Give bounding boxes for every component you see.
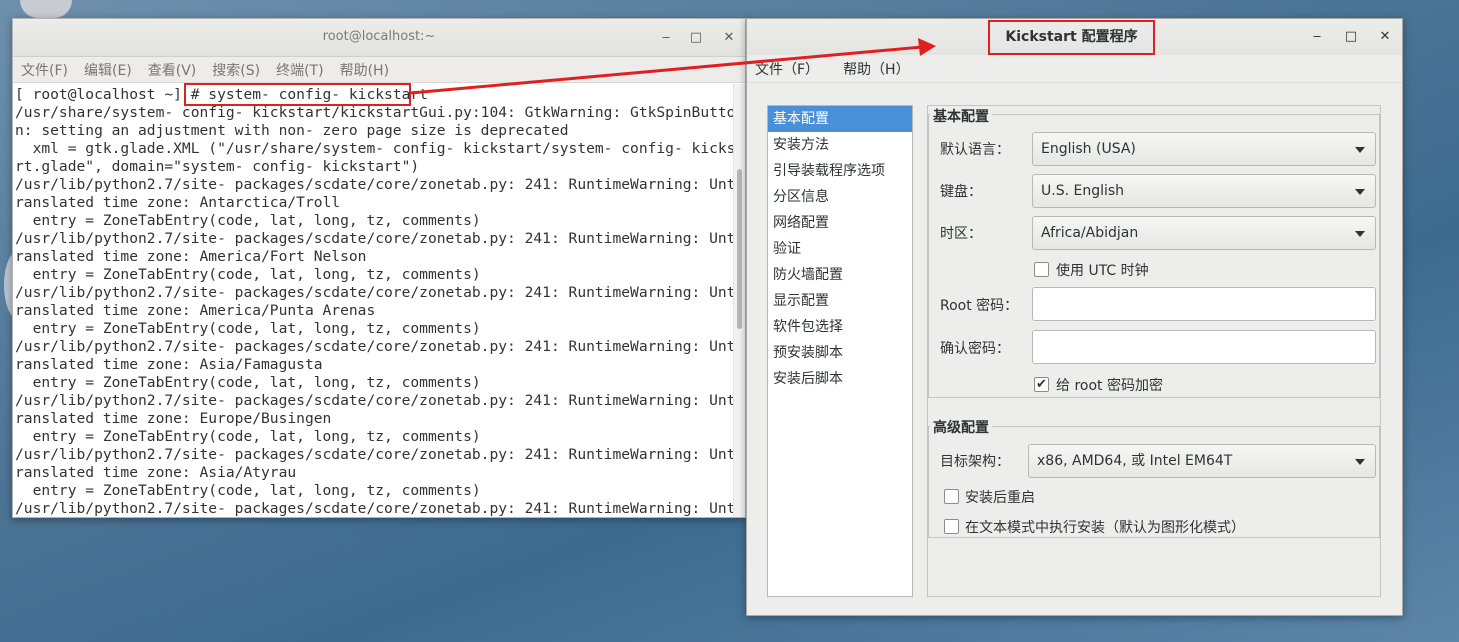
arch-label: 目标架构： [940,454,1010,470]
minimize-icon[interactable]: ‒ [1307,27,1327,47]
timezone-value: Africa/Abidjan [1041,225,1139,241]
confirm-password-input[interactable] [1032,330,1376,364]
category-item[interactable]: 安装后脚本 [768,366,912,392]
terminal-log-line: /usr/lib/python2.7/site- packages/scdate… [15,338,735,355]
terminal-log-line: entry = ZoneTabEntry(code, lat, long, tz… [15,482,481,499]
terminal-log-line: ranslated time zone: Asia/Atyrau [15,464,297,481]
terminal-scrollbar[interactable] [733,84,745,517]
advanced-config-title: 高级配置 [930,417,992,437]
language-select[interactable]: English (USA) [1032,132,1376,166]
menu-view[interactable]: 查看(V) [148,60,197,80]
timezone-label: 时区： [940,226,982,242]
menu-help[interactable]: 帮助(H) [340,60,389,80]
root-password-input[interactable] [1032,287,1376,321]
terminal-log-line: ranslated time zone: Asia/Famagusta [15,356,323,373]
menu-file[interactable]: 文件(F) [21,60,68,80]
terminal-prompt: [ root@localhost ~] # [15,86,209,103]
terminal-log-line: ranslated time zone: America/Punta Arena… [15,302,376,319]
terminal-log-line: ranslated time zone: Antarctica/Troll [15,194,341,211]
category-item[interactable]: 分区信息 [768,184,912,210]
text-mode-label: 在文本模式中执行安装（默认为图形化模式） [965,520,1245,536]
terminal-log-line: xml = gtk.glade.XML ("/usr/share/system-… [15,140,735,157]
timezone-select[interactable]: Africa/Abidjan [1032,216,1376,250]
terminal-log-line: entry = ZoneTabEntry(code, lat, long, tz… [15,374,481,391]
arch-value: x86, AMD64, 或 Intel EM64T [1037,453,1233,469]
terminal-log-line: ranslated time zone: Europe/Busingen [15,410,332,427]
kickstart-titlebar[interactable]: Kickstart 配置程序 ‒ □ ✕ [747,19,1402,55]
category-item[interactable]: 预安装脚本 [768,340,912,366]
utc-checkbox[interactable] [1034,262,1049,277]
utc-label: 使用 UTC 时钟 [1056,263,1149,279]
category-item[interactable]: 基本配置 [768,106,912,132]
terminal-titlebar[interactable]: root@localhost:~ ‒ □ ✕ [13,19,745,57]
menu-search[interactable]: 搜索(S) [212,60,260,80]
terminal-menubar: 文件(F) 编辑(E) 查看(V) 搜索(S) 终端(T) 帮助(H) [13,57,745,83]
dropdown-arrow-icon [1355,147,1365,153]
menu-help[interactable]: 帮助（H） [843,59,910,79]
terminal-log-line: ranslated time zone: America/Fort Nelson [15,248,367,265]
language-label: 默认语言： [940,142,1010,158]
terminal-log-line: /usr/lib/python2.7/site- packages/scdate… [15,230,735,247]
terminal-log: /usr/share/system- config- kickstart/kic… [15,104,735,517]
text-mode-checkbox[interactable] [944,519,959,534]
terminal-output[interactable]: [ root@localhost ~] # system- config- ki… [13,84,735,517]
menu-edit[interactable]: 编辑(E) [84,60,132,80]
basic-config-title: 基本配置 [930,106,992,126]
keyboard-label: 键盘： [940,184,982,200]
menu-terminal[interactable]: 终端(T) [276,60,323,80]
kickstart-window: Kickstart 配置程序 ‒ □ ✕ 文件（F） 帮助（H） 基本配置 安装方… [746,18,1403,616]
minimize-icon[interactable]: ‒ [656,28,676,48]
menu-file[interactable]: 文件（F） [755,59,819,79]
terminal-log-line: n: setting an adjustment with non- zero … [15,122,569,139]
keyboard-value: U.S. English [1041,183,1125,199]
desktop-decoration [20,0,72,18]
arch-select[interactable]: x86, AMD64, 或 Intel EM64T [1028,444,1376,478]
category-item[interactable]: 显示配置 [768,288,912,314]
maximize-icon[interactable]: □ [686,28,706,48]
dropdown-arrow-icon [1355,189,1365,195]
close-icon[interactable]: ✕ [719,28,739,48]
dropdown-arrow-icon [1355,459,1365,465]
category-item[interactable]: 网络配置 [768,210,912,236]
terminal-log-line: /usr/lib/python2.7/site- packages/scdate… [15,392,735,409]
root-password-label: Root 密码： [940,298,1019,314]
category-item[interactable]: 安装方法 [768,132,912,158]
scrollbar-thumb[interactable] [737,169,742,329]
terminal-log-line: /usr/lib/python2.7/site- packages/scdate… [15,176,735,193]
encrypt-checkbox[interactable]: ✔ [1034,377,1049,392]
reboot-checkbox[interactable] [944,489,959,504]
terminal-log-line: /usr/lib/python2.7/site- packages/scdate… [15,446,735,463]
terminal-log-line: entry = ZoneTabEntry(code, lat, long, tz… [15,212,481,229]
reboot-label: 安装后重启 [965,490,1035,506]
terminal-title: root@localhost:~ [322,29,436,44]
close-icon[interactable]: ✕ [1375,27,1395,47]
kickstart-title: Kickstart 配置程序 [988,20,1155,55]
config-panel: 基本配置 默认语言： English (USA) 键盘： U.S. Englis… [927,105,1381,597]
kickstart-menubar: 文件（F） 帮助（H） [747,55,1402,83]
category-list: 基本配置 安装方法 引导装载程序选项 分区信息 网络配置 验证 防火墙配置 显示配置 软件包选择… [767,105,913,597]
category-item[interactable]: 验证 [768,236,912,262]
category-item[interactable]: 防火墙配置 [768,262,912,288]
terminal-log-line: entry = ZoneTabEntry(code, lat, long, tz… [15,266,481,283]
keyboard-select[interactable]: U.S. English [1032,174,1376,208]
terminal-log-line: /usr/share/system- config- kickstart/kic… [15,104,735,121]
terminal-log-line: entry = ZoneTabEntry(code, lat, long, tz… [15,320,481,337]
terminal-log-line: rt.glade", domain="system- config- kicks… [15,158,420,175]
maximize-icon[interactable]: □ [1341,27,1361,47]
category-item[interactable]: 软件包选择 [768,314,912,340]
language-value: English (USA) [1041,141,1136,157]
command-highlight [184,83,411,106]
terminal-log-line: entry = ZoneTabEntry(code, lat, long, tz… [15,428,481,445]
confirm-password-label: 确认密码： [940,341,1010,357]
terminal-log-line: /usr/lib/python2.7/site- packages/scdate… [15,284,735,301]
encrypt-label: 给 root 密码加密 [1056,378,1163,394]
category-item[interactable]: 引导装载程序选项 [768,158,912,184]
terminal-log-line: /usr/lib/python2.7/site- packages/scdate… [15,500,735,517]
dropdown-arrow-icon [1355,231,1365,237]
